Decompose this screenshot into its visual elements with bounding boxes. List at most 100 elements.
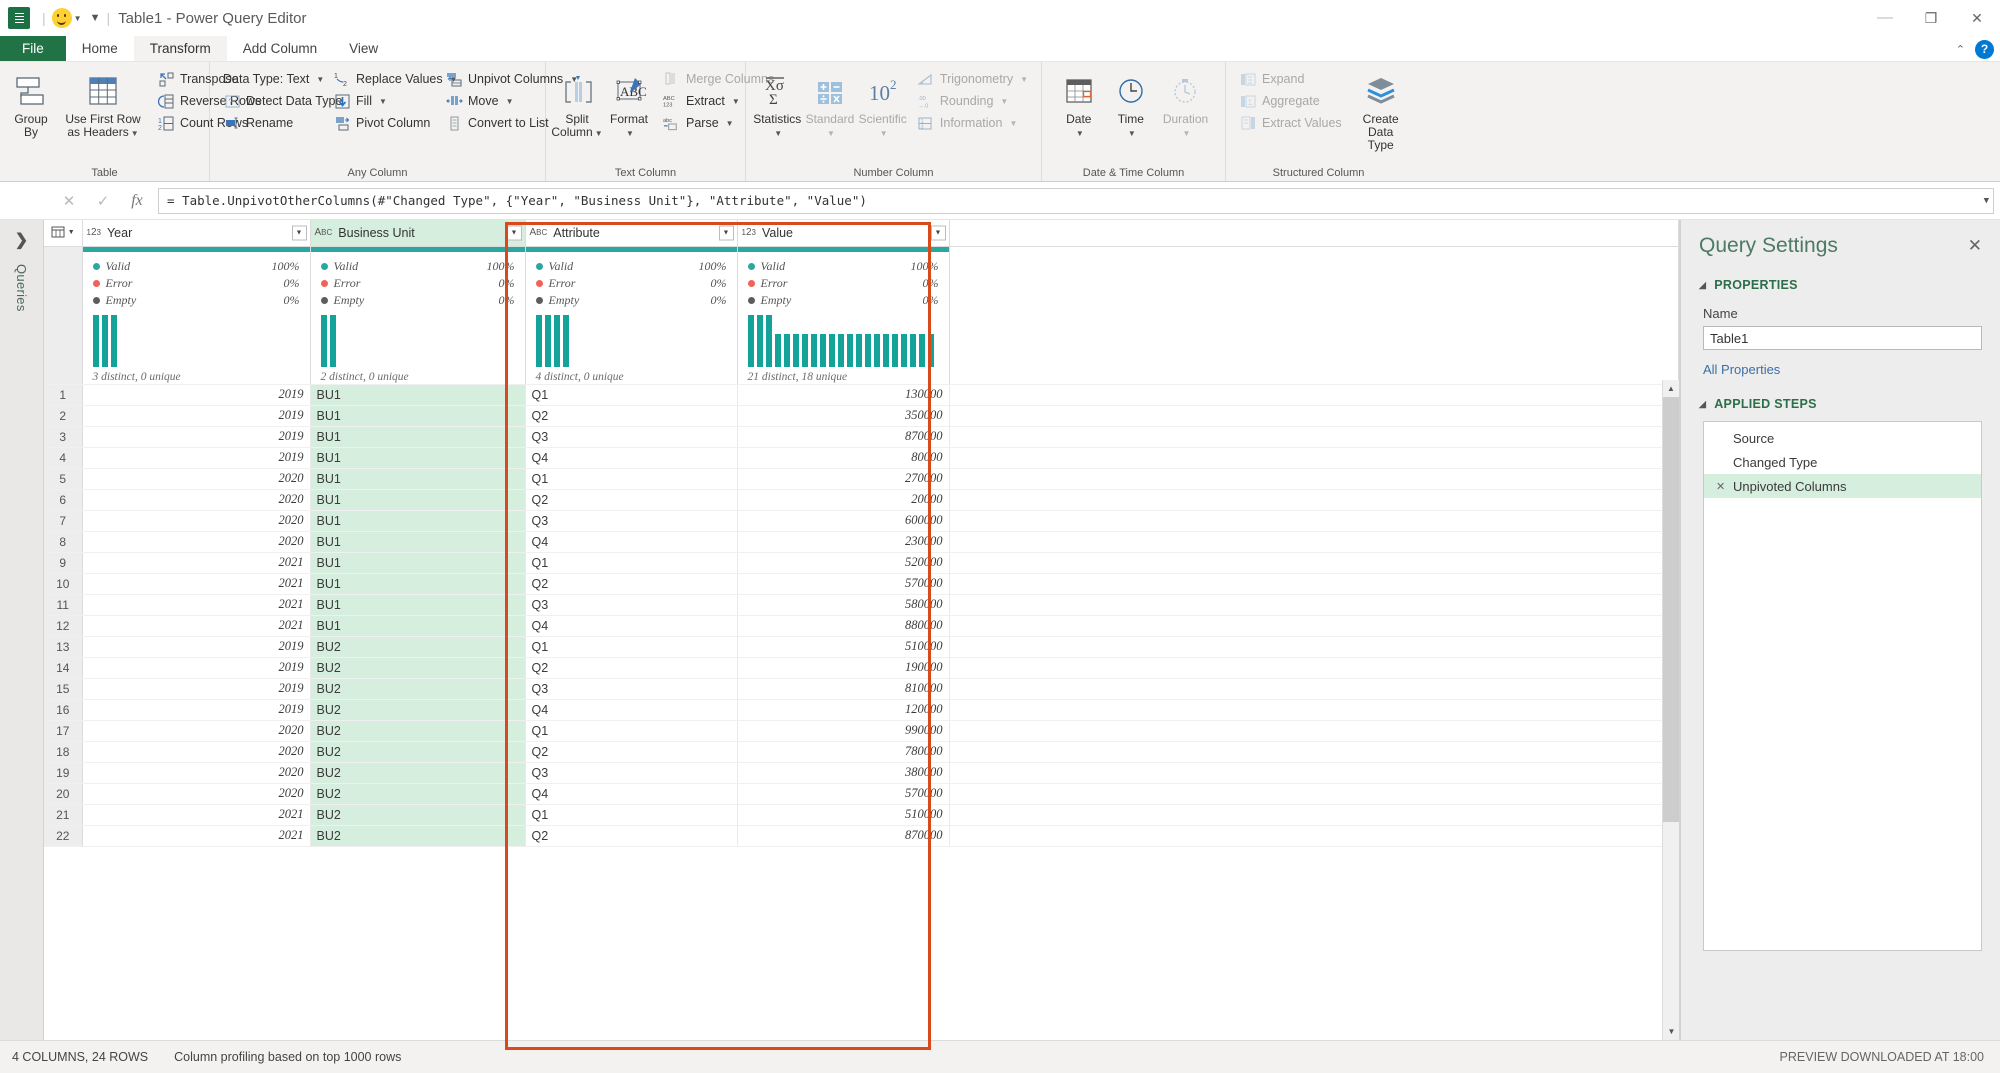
checkmark-icon[interactable]: ✓ <box>86 192 120 210</box>
date-dropdown-icon[interactable]: ▼ <box>1076 129 1084 138</box>
table-row[interactable]: 52020BU1Q1270000 <box>44 468 1679 489</box>
cell-year[interactable]: 2020 <box>82 510 310 531</box>
table-row[interactable]: 222021BU2Q2870000 <box>44 825 1679 846</box>
table-row[interactable]: 12019BU1Q1130000 <box>44 384 1679 405</box>
cell-value[interactable]: 780000 <box>737 741 949 762</box>
chevron-up-icon[interactable]: ⌃ <box>1956 43 1965 56</box>
table-row[interactable]: 32019BU1Q3870000 <box>44 426 1679 447</box>
cell-value[interactable]: 380000 <box>737 762 949 783</box>
create-data-type-button[interactable]: Create Data Type <box>1350 66 1412 165</box>
cell-attribute[interactable]: Q1 <box>525 384 737 405</box>
use-first-row-as-headers-button[interactable]: Use First Row as Headers▼ <box>57 66 149 165</box>
cell-value[interactable]: 350000 <box>737 405 949 426</box>
cell-value[interactable]: 190000 <box>737 657 949 678</box>
cell-attribute[interactable]: Q1 <box>525 636 737 657</box>
applied-steps-section-header[interactable]: ◢ APPLIED STEPS <box>1699 397 1982 411</box>
row-number[interactable]: 15 <box>44 678 82 699</box>
cell-business-unit[interactable]: BU2 <box>310 636 525 657</box>
cell-attribute[interactable]: Q2 <box>525 657 737 678</box>
extract-dropdown-icon[interactable]: ▼ <box>732 97 740 106</box>
row-number[interactable]: 1 <box>44 384 82 405</box>
applied-step-item[interactable]: ✕Unpivoted Columns <box>1704 474 1981 498</box>
table-row[interactable]: 42019BU1Q480000 <box>44 447 1679 468</box>
status-profiling-note[interactable]: Column profiling based on top 1000 rows <box>174 1050 401 1064</box>
column-filter-value-icon[interactable]: ▼ <box>931 225 946 240</box>
cell-attribute[interactable]: Q2 <box>525 573 737 594</box>
column-filter-year-icon[interactable]: ▼ <box>292 225 307 240</box>
format-button[interactable]: ABC Format ▼ <box>603 66 655 165</box>
row-number[interactable]: 4 <box>44 447 82 468</box>
column-header-value[interactable]: 123 Value ▼ <box>737 220 949 246</box>
data-type-button[interactable]: Data Type: Text▼ <box>219 68 321 90</box>
properties-section-header[interactable]: ◢ PROPERTIES <box>1699 278 1982 292</box>
cell-business-unit[interactable]: BU1 <box>310 405 525 426</box>
cell-year[interactable]: 2020 <box>82 783 310 804</box>
applied-step-item[interactable]: Changed Type <box>1704 450 1981 474</box>
table-row[interactable]: 122021BU1Q4880000 <box>44 615 1679 636</box>
cell-business-unit[interactable]: BU2 <box>310 720 525 741</box>
column-header-business-unit[interactable]: ABC Business Unit ▼ <box>310 220 525 246</box>
expand-queries-icon[interactable]: ❯ <box>15 230 28 250</box>
statistics-dropdown-icon[interactable]: ▼ <box>774 129 782 138</box>
cell-year[interactable]: 2019 <box>82 636 310 657</box>
corner-dropdown-icon[interactable]: ▼ <box>68 229 75 236</box>
row-number[interactable]: 7 <box>44 510 82 531</box>
move-dropdown-icon[interactable]: ▼ <box>506 97 514 106</box>
group-by-button[interactable]: Group By <box>5 66 57 165</box>
data-type-dropdown-icon[interactable]: ▼ <box>316 75 324 84</box>
minimize-button[interactable]: — <box>1862 0 1908 36</box>
use-first-row-dropdown-icon[interactable]: ▼ <box>131 129 139 138</box>
chevron-down-icon[interactable]: ▼ <box>1984 196 1989 206</box>
formula-input[interactable]: = Table.UnpivotOtherColumns(#"Changed Ty… <box>158 188 1994 214</box>
queries-pane-collapsed[interactable]: ❯ Queries <box>0 220 44 1040</box>
cell-attribute[interactable]: Q2 <box>525 405 737 426</box>
cell-attribute[interactable]: Q1 <box>525 720 737 741</box>
close-icon[interactable]: ✕ <box>1968 236 1982 256</box>
row-number[interactable]: 5 <box>44 468 82 489</box>
close-button[interactable]: ✕ <box>1954 0 2000 36</box>
cell-year[interactable]: 2021 <box>82 825 310 846</box>
cell-value[interactable]: 810000 <box>737 678 949 699</box>
cell-business-unit[interactable]: BU1 <box>310 468 525 489</box>
cell-attribute[interactable]: Q4 <box>525 447 737 468</box>
parse-dropdown-icon[interactable]: ▼ <box>726 119 734 128</box>
cell-year[interactable]: 2020 <box>82 468 310 489</box>
query-name-input[interactable]: Table1 <box>1703 326 1982 350</box>
cell-value[interactable]: 520000 <box>737 552 949 573</box>
column-header-year[interactable]: 123 Year ▼ <box>82 220 310 246</box>
delete-step-icon[interactable]: ✕ <box>1716 480 1726 493</box>
format-dropdown-icon[interactable]: ▼ <box>626 129 634 138</box>
cell-attribute[interactable]: Q4 <box>525 699 737 720</box>
scroll-up-icon[interactable]: ▲ <box>1663 380 1679 397</box>
table-row[interactable]: 132019BU2Q1510000 <box>44 636 1679 657</box>
cell-value[interactable]: 130000 <box>737 384 949 405</box>
all-properties-link[interactable]: All Properties <box>1703 362 1982 377</box>
select-all-columns-button[interactable]: ▼ <box>44 220 82 246</box>
cell-year[interactable]: 2021 <box>82 573 310 594</box>
table-row[interactable]: 142019BU2Q2190000 <box>44 657 1679 678</box>
cell-business-unit[interactable]: BU2 <box>310 741 525 762</box>
row-number[interactable]: 19 <box>44 762 82 783</box>
cell-year[interactable]: 2020 <box>82 741 310 762</box>
collapse-triangle-icon-2[interactable]: ◢ <box>1699 399 1706 410</box>
detect-data-type-button[interactable]: ? Detect Data Type <box>219 90 321 112</box>
replace-values-button[interactable]: 1 2 Replace Values▼ <box>329 68 433 90</box>
cell-value[interactable]: 870000 <box>737 426 949 447</box>
row-number[interactable]: 6 <box>44 489 82 510</box>
collapse-triangle-icon[interactable]: ◢ <box>1699 280 1706 291</box>
table-row[interactable]: 92021BU1Q1520000 <box>44 552 1679 573</box>
cell-business-unit[interactable]: BU1 <box>310 531 525 552</box>
time-dropdown-icon[interactable]: ▼ <box>1128 129 1136 138</box>
cell-year[interactable]: 2021 <box>82 615 310 636</box>
cell-business-unit[interactable]: BU1 <box>310 594 525 615</box>
column-header-attribute[interactable]: ABC Attribute ▼ <box>525 220 737 246</box>
split-column-button[interactable]: Split Column▼ <box>551 66 603 165</box>
table-row[interactable]: 82020BU1Q4230000 <box>44 531 1679 552</box>
cell-year[interactable]: 2019 <box>82 678 310 699</box>
cell-value[interactable]: 990000 <box>737 720 949 741</box>
cell-attribute[interactable]: Q3 <box>525 762 737 783</box>
split-column-dropdown-icon[interactable]: ▼ <box>595 129 603 138</box>
scrollbar-thumb[interactable] <box>1663 397 1680 822</box>
smiley-dropdown-icon[interactable]: ▼ <box>74 14 82 23</box>
row-number[interactable]: 10 <box>44 573 82 594</box>
